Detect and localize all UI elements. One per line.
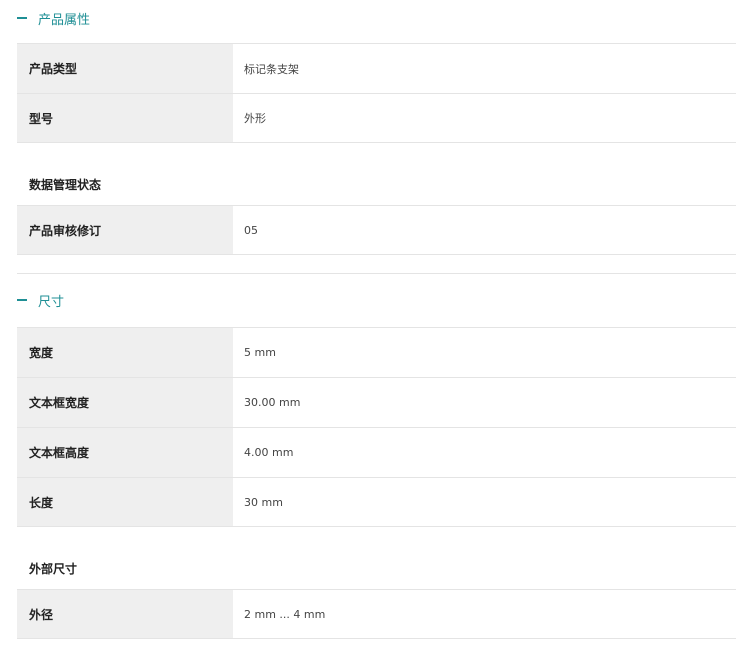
table-row: 宽度 5 mm [17,327,736,377]
row-value: 外形 [244,112,266,125]
subheading: 外部尺寸 [29,562,78,576]
row-label: 长度 [17,478,233,526]
product-details-page: 产品属性 产品类型 标记条支架 型号 外形 数据管理状态 产品审核修订 05 尺… [0,0,750,656]
row-label: 产品类型 [17,44,233,93]
table-row: 产品类型 标记条支架 [17,43,736,93]
row-value: 05 [244,223,258,237]
row-value: 30.00 mm [244,396,301,409]
row-value: 30 mm [244,495,283,509]
row-label: 文本框高度 [17,428,233,477]
dimensions-table: 宽度 5 mm 文本框宽度 30.00 mm 文本框高度 4.00 mm 长度 … [17,327,736,527]
row-value: 2 mm ... 4 mm [244,607,326,621]
outer-dimensions-table: 外径 2 mm ... 4 mm [17,589,736,639]
subheading: 数据管理状态 [29,178,102,192]
data-management-table: 产品审核修订 05 [17,205,736,255]
section-toggle-product-attributes[interactable]: 产品属性 [17,8,90,28]
section-toggle-dimensions[interactable]: 尺寸 [17,290,64,310]
table-row: 外径 2 mm ... 4 mm [17,589,736,639]
table-row: 型号 外形 [17,93,736,143]
row-value: 标记条支架 [244,62,299,76]
table-row: 产品审核修订 05 [17,205,736,255]
section-title: 尺寸 [38,294,65,310]
minus-icon [17,299,27,301]
table-row: 长度 30 mm [17,477,736,527]
row-label: 文本框宽度 [17,378,233,427]
row-value: 5 mm [244,346,276,359]
section-title: 产品属性 [38,12,91,28]
attributes-table: 产品类型 标记条支架 型号 外形 [17,43,736,143]
table-row: 文本框高度 4.00 mm [17,427,736,477]
row-label: 型号 [17,94,233,142]
table-row: 文本框宽度 30.00 mm [17,377,736,427]
row-value: 4.00 mm [244,446,294,459]
section-divider [17,273,736,274]
row-label: 外径 [17,590,233,638]
minus-icon [17,17,27,19]
row-label: 宽度 [17,328,233,377]
row-label: 产品审核修订 [17,206,233,254]
